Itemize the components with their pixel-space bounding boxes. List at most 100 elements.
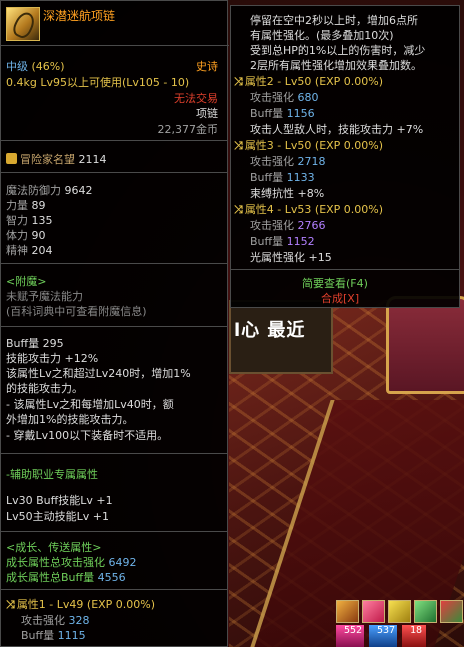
item-grade-pct: (46%) (31, 60, 65, 73)
attr4-buff-value: 1152 (286, 235, 315, 248)
potion-bar: 552 537 18 (336, 625, 426, 647)
effect-desc: 2层所有属性强化增加效果叠加数。 (250, 59, 422, 72)
stat-value: 135 (31, 214, 53, 227)
divider (1, 589, 227, 590)
shuffle-icon: ⤨ (234, 75, 243, 88)
stat-row: 智力 135 (6, 212, 53, 228)
divider (231, 269, 459, 270)
simple-view-button[interactable]: 简要查看(F4) (302, 275, 368, 291)
item-price: 22,377金币 (157, 123, 219, 136)
necklace-icon (6, 7, 40, 41)
shuffle-icon: ⤨ (234, 203, 243, 216)
buff-value: 295 (42, 337, 64, 350)
attr2-buff-value: 1156 (286, 107, 315, 120)
attr4-atk-label: 攻击强化 (250, 219, 294, 232)
divider (1, 140, 227, 141)
buff-desc: 外增加1%的技能攻击力。 (6, 413, 134, 426)
quickslot-bar (336, 600, 463, 623)
stat-label: 魔法防御力 (6, 184, 61, 197)
stat-row: 精神 204 (6, 242, 53, 258)
shuffle-icon: ⤨ (234, 139, 243, 152)
stat-label: 力量 (6, 199, 28, 212)
fame-row: 冒险家名望 2114 (6, 151, 107, 167)
attr1-buff: Buff量 1115 (21, 627, 86, 643)
scene-sign-text: l心 最近 (234, 320, 306, 341)
attr3-title: 属性3 - Lv50 (EXP 0.00%) (244, 139, 384, 152)
attr1-title: 属性1 - Lv49 (EXP 0.00%) (16, 598, 156, 611)
attr4-title: 属性4 - Lv53 (EXP 0.00%) (244, 203, 384, 216)
buff-desc: 该属性Lv之和超过Lv240时，增加1% (6, 367, 191, 380)
attr3-buff-label: Buff量 (250, 171, 284, 184)
item-grade-row: 中级 (46%) (6, 58, 65, 74)
effect-desc: 受到总HP的1%以上的伤害时，减少 (250, 44, 426, 57)
attr4-extra: 光属性强化 +15 (250, 251, 332, 264)
attr4-atk-value: 2766 (297, 219, 326, 232)
stat-row: 魔法防御力 9642 (6, 182, 93, 198)
effect-desc: 停留在空中2秒以上时，增加6点所 (250, 14, 418, 27)
enchant-hint: (百科词典中可查看附魔信息) (6, 305, 147, 318)
attr4-buff-label: Buff量 (250, 235, 284, 248)
stat-value: 90 (31, 229, 46, 242)
effect-desc: 有属性强化。(最多叠加10次) (250, 29, 394, 42)
skill-atk-value: +12% (64, 352, 99, 365)
attr3-atk-value: 2718 (297, 155, 326, 168)
growth-total-atk-value: 6492 (108, 556, 137, 569)
divider (1, 531, 227, 532)
quickslot-5[interactable] (440, 600, 463, 623)
quickslot-4[interactable] (414, 600, 437, 623)
stat-row: 体力 90 (6, 227, 46, 243)
attr2-atk-label: 攻击强化 (250, 91, 294, 104)
attr1-atk-label: 攻击强化 (21, 614, 65, 627)
buff-desc: - 该属性Lv之和每增加Lv40时，额 (6, 398, 174, 411)
support-title: -辅助职业专属属性 (6, 468, 98, 481)
growth-total-buff-value: 4556 (97, 571, 126, 584)
item-grade: 中级 (6, 60, 28, 73)
quickslot-1[interactable] (336, 600, 359, 623)
attr2-buff-label: Buff量 (250, 107, 284, 120)
divider (1, 172, 227, 173)
skill-atk-row: 技能攻击力 +12% (6, 350, 98, 366)
stat-row: 力量 89 (6, 197, 46, 213)
attr3-extra: 束缚抗性 +8% (250, 187, 325, 200)
divider (1, 326, 227, 327)
fame-label: 冒险家名望 (20, 153, 75, 166)
stat-value: 89 (31, 199, 46, 212)
stat-label: 智力 (6, 214, 28, 227)
potion-mp[interactable]: 537 (369, 625, 397, 647)
stat-value: 204 (31, 244, 53, 257)
item-level-req: Lv95以上可使用(Lv105 - 10) (40, 76, 190, 89)
attr3-buff: Buff量 1133 (250, 169, 315, 185)
attr1-buff-label: Buff量 (21, 629, 55, 642)
attr1-atk-value: 328 (68, 614, 90, 627)
stat-label: 精神 (6, 244, 28, 257)
attr3-buff-value: 1133 (286, 171, 315, 184)
support-line: Lv30 Buff技能Lv +1 (6, 494, 113, 507)
attr2-atk-value: 680 (297, 91, 319, 104)
tooltip-header: 深潜迷航项链 (1, 1, 229, 46)
growth-total-atk: 成长属性总攻击强化 6492 (6, 554, 137, 570)
attr1-atk: 攻击强化 328 (21, 612, 90, 628)
item-weight-level: 0.4kg Lv95以上可使用(Lv105 - 10) (6, 74, 189, 90)
attr1-buff-value: 1115 (57, 629, 86, 642)
potion-extra[interactable]: 18 (402, 625, 426, 647)
growth-title: <成长、传送属性> (6, 541, 102, 554)
fame-value: 2114 (78, 153, 107, 166)
item-tooltip-main: 深潜迷航项链 中级 (46%) 史诗 0.4kg Lv95以上可使用(Lv105… (0, 0, 229, 647)
item-name: 深潜迷航项链 (43, 9, 116, 23)
item-trade: 无法交易 (174, 92, 218, 105)
buff-desc: 的技能攻击力。 (6, 382, 83, 395)
attr3-atk-label: 攻击强化 (250, 155, 294, 168)
potion-hp-count: 552 (344, 625, 363, 636)
attr2-buff: Buff量 1156 (250, 105, 315, 121)
synthesize-button[interactable]: 合成[X] (321, 290, 359, 306)
potion-hp[interactable]: 552 (336, 625, 364, 647)
attr4-buff: Buff量 1152 (250, 233, 315, 249)
item-rarity: 史诗 (196, 60, 218, 73)
attr2-extra: 攻击人型敌人时，技能攻击力 +7% (250, 123, 424, 136)
stat-label: 体力 (6, 229, 28, 242)
item-weight: 0.4kg (6, 76, 37, 89)
attr2-atk: 攻击强化 680 (250, 89, 319, 105)
quickslot-2[interactable] (362, 600, 385, 623)
quickslot-3[interactable] (388, 600, 411, 623)
attr3-atk: 攻击强化 2718 (250, 153, 326, 169)
